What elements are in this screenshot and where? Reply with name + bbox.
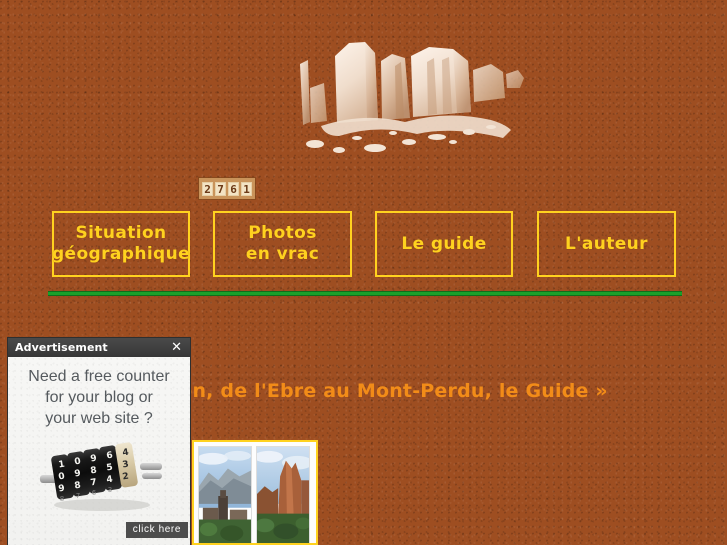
nav-button-label: L'auteur bbox=[565, 233, 648, 254]
riglos-rocks-illustration bbox=[300, 42, 524, 153]
nav-button-l-auteur[interactable]: L'auteur bbox=[537, 211, 676, 277]
counter-digit: 1 bbox=[241, 181, 252, 196]
photo-thumbnail[interactable] bbox=[256, 446, 310, 543]
photo-thumbnail-list bbox=[198, 446, 316, 543]
close-icon[interactable]: ✕ bbox=[169, 341, 184, 354]
counter-digit: 7 bbox=[215, 181, 226, 196]
nav-button-label: Situation géographique bbox=[51, 223, 191, 264]
advertisement-copy: Need a free counter for your blog or you… bbox=[8, 357, 190, 429]
main-navigation: Situation géographique Photos en vrac Le… bbox=[52, 211, 676, 277]
section-divider bbox=[48, 291, 682, 296]
svg-text:8: 8 bbox=[60, 495, 64, 503]
svg-text:3: 3 bbox=[108, 486, 112, 494]
odometer-illustration: 1 0 9 0 9 8 9 8 7 6 5 4 4 3 2 8 7 6 3 bbox=[40, 442, 162, 511]
nav-button-le-guide[interactable]: Le guide bbox=[375, 211, 513, 277]
advertisement-popup: Advertisement ✕ Need a free counter for … bbox=[8, 338, 190, 545]
counter-digit: 2 bbox=[202, 181, 213, 196]
photo-thumbnail[interactable] bbox=[198, 446, 252, 543]
advertisement-copy-line: your web site ? bbox=[45, 410, 153, 427]
photo-thumbnail-image bbox=[199, 447, 251, 543]
advertisement-title: Advertisement bbox=[15, 341, 108, 354]
click-here-button[interactable]: click here bbox=[125, 522, 188, 538]
nav-button-situation-geographique[interactable]: Situation géographique bbox=[52, 211, 190, 277]
photo-gallery-panel bbox=[192, 440, 318, 545]
advertisement-copy-line: Need a free counter bbox=[28, 368, 170, 385]
nav-button-photos-en-vrac[interactable]: Photos en vrac bbox=[213, 211, 352, 277]
svg-text:6: 6 bbox=[92, 489, 97, 497]
site-logo bbox=[277, 26, 532, 166]
nav-button-label: Le guide bbox=[401, 233, 487, 254]
photo-thumbnail-image bbox=[257, 447, 309, 543]
svg-text:7: 7 bbox=[76, 492, 80, 500]
advertisement-copy-line: for your blog or bbox=[45, 389, 153, 406]
counter-digit: 6 bbox=[228, 181, 239, 196]
visit-counter: 2 7 6 1 bbox=[199, 178, 255, 199]
mechanical-counter-image: 1 0 9 0 9 8 9 8 7 6 5 4 4 3 2 8 7 6 3 bbox=[36, 441, 166, 513]
advertisement-body: Need a free counter for your blog or you… bbox=[8, 357, 190, 545]
advertisement-titlebar[interactable]: Advertisement ✕ bbox=[8, 338, 190, 357]
nav-button-label: Photos en vrac bbox=[245, 223, 320, 264]
